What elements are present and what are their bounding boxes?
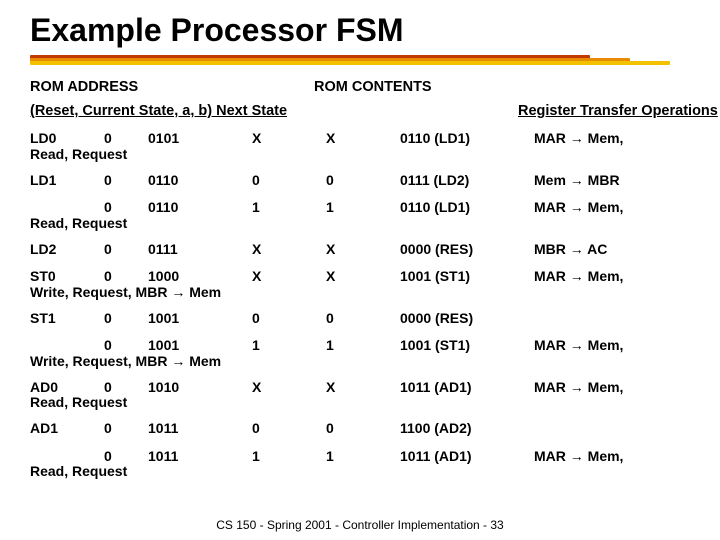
table-cell: X [326,268,396,286]
slide-footer: CS 150 - Spring 2001 - Controller Implem… [0,518,720,532]
table-cell: 1100 (AD2) [400,420,530,438]
table-row-subtext: Write, Request, MBR → Mem [30,284,690,300]
register-op-cell: MAR → Mem, [534,268,704,286]
table-row: AD101011001100 (AD2) [30,420,690,438]
table-cell: X [252,241,322,259]
table-cell: 1 [252,199,322,217]
register-op-cell: MAR → Mem, [534,130,704,148]
table-cell: 0000 (RES) [400,310,530,328]
table-cell: LD1 [30,172,100,190]
rom-contents-header: ROM CONTENTS [314,78,684,96]
table-cell: 0 [252,420,322,438]
table-row-subtext: Read, Request [30,215,690,231]
table-row: LD200111XX0000 (RES)MBR → AC [30,241,690,259]
table-cell: 0 [252,310,322,328]
table-cell: 0 [326,310,396,328]
table-row-subtext: Write, Request, MBR → Mem [30,353,690,369]
title-underline [30,55,690,68]
table-row: 01011111011 (AD1)MAR → Mem, [30,448,690,466]
state-cols-header: (Reset, Current State, a, b) Next State [30,102,380,120]
table-row: ST101001000000 (RES) [30,310,690,328]
register-ops-header: Register Transfer Operations [518,102,688,120]
column-group-header: ROM ADDRESS ROM CONTENTS [30,78,690,96]
table-cell: 0 [104,310,144,328]
table-cell: LD2 [30,241,100,259]
register-op-cell [534,420,704,438]
table-cell: 1001 (ST1) [400,337,530,355]
column-header: (Reset, Current State, a, b) Next State … [30,102,690,120]
table-cell: 1 [326,448,396,466]
register-op-cell: MAR → Mem, [534,337,704,355]
table-cell: 0000 (RES) [400,241,530,259]
table-cell: 1010 [148,379,248,397]
table-cell: X [326,241,396,259]
table-cell: 1 [252,337,322,355]
register-op-cell: Mem → MBR [534,172,704,190]
table-body: LD000101XX0110 (LD1)MAR → Mem,Read, Requ… [30,130,690,479]
table-cell: ST1 [30,310,100,328]
table-cell: 0 [104,241,144,259]
table-row: LD100110000111 (LD2)Mem → MBR [30,172,690,190]
register-op-cell: MAR → Mem, [534,448,704,466]
table-cell: 0110 [148,172,248,190]
table-cell: 0110 [148,199,248,217]
table-cell: X [252,130,322,148]
register-op-cell: MBR → AC [534,241,704,259]
table-cell: 0111 [148,241,248,259]
register-op-cell [534,310,704,328]
register-op-cell: MAR → Mem, [534,199,704,217]
table-cell: 1 [326,199,396,217]
table-cell: 0110 (LD1) [400,130,530,148]
table-cell: X [326,379,396,397]
table-cell: AD1 [30,420,100,438]
table-cell: 0 [252,172,322,190]
table-cell: 1 [252,448,322,466]
table-cell: 0 [104,172,144,190]
table-cell: X [326,130,396,148]
table-cell: 0111 (LD2) [400,172,530,190]
rom-address-header: ROM ADDRESS [30,78,310,96]
register-op-cell: MAR → Mem, [534,379,704,397]
table-cell: 1011 [148,448,248,466]
table-cell: 1011 (AD1) [400,379,530,397]
mid-header [384,102,514,120]
table-row-subtext: Read, Request [30,394,690,410]
table-cell: 1001 (ST1) [400,268,530,286]
table-cell: 0 [326,420,396,438]
page-title: Example Processor FSM [30,12,690,49]
table-row: AD001010XX1011 (AD1)MAR → Mem, [30,379,690,397]
table-row-subtext: Read, Request [30,463,690,479]
table-cell: 0 [326,172,396,190]
table-cell: 1011 [148,420,248,438]
table-cell: 1011 (AD1) [400,448,530,466]
table-cell: 0 [104,420,144,438]
table-row: LD000101XX0110 (LD1)MAR → Mem, [30,130,690,148]
table-cell: 1001 [148,310,248,328]
table-cell: X [252,268,322,286]
table-cell: 0110 (LD1) [400,199,530,217]
table-cell: 0101 [148,130,248,148]
table-cell: X [252,379,322,397]
table-row: 00110110110 (LD1)MAR → Mem, [30,199,690,217]
slide: Example Processor FSM ROM ADDRESS ROM CO… [0,0,720,540]
table-cell: 1 [326,337,396,355]
table-row-subtext: Read, Request [30,146,690,162]
